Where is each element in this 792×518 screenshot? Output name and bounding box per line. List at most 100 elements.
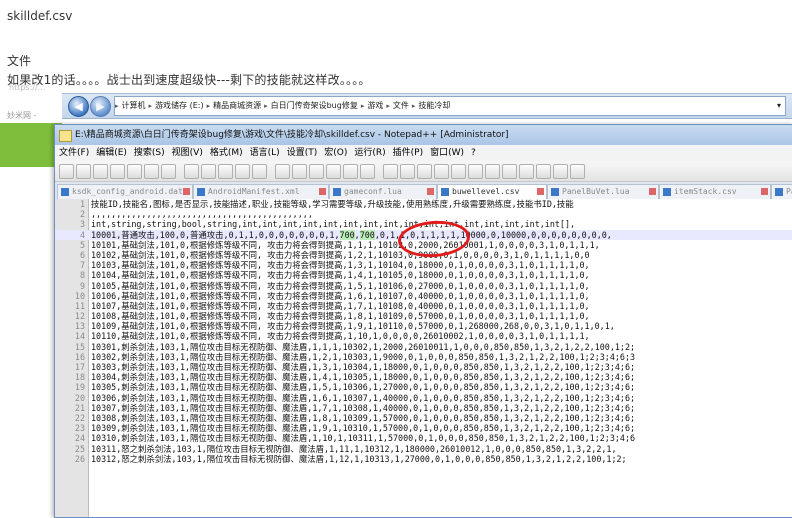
editor-line[interactable]: 22 10308,刺杀剑法,103,1,隔位攻击目标无视防御、魔法盾,1,8,1,…	[55, 413, 792, 423]
path-segment[interactable]: 游戏储存 (E:)	[155, 101, 204, 110]
editor-line[interactable]: 14 10110,基础剑法,101,0,根据修炼等级不同, 攻击力将会得到提高,1…	[55, 331, 792, 341]
file-tab[interactable]: itemStack.csv	[659, 184, 771, 199]
word-wrap-icon[interactable]	[360, 164, 375, 179]
editor-line[interactable]: 10 10106,基础剑法,101,0,根据修炼等级不同, 攻击力将会得到提高,1…	[55, 291, 792, 301]
editor-line[interactable]: 25 10311,怒之刺杀剑法,103,1,隔位攻击目标无视防御、魔法盾,1,11…	[55, 444, 792, 454]
tab-close-icon[interactable]	[649, 188, 656, 195]
editor-line[interactable]: 9 10105,基础剑法,101,0,根据修炼等级不同, 攻击力将会得到提高,1,…	[55, 281, 792, 291]
path-separator-icon[interactable]: ▸	[361, 102, 365, 110]
path-separator-icon[interactable]: ▸	[412, 102, 416, 110]
editor-line[interactable]: 17 10303,刺杀剑法,103,1,隔位攻击目标无视防御、魔法盾,1,3,1,…	[55, 362, 792, 372]
path-segment[interactable]: 白日门传奇架设bug修复	[271, 101, 358, 110]
find-icon[interactable]	[275, 164, 290, 179]
file-tab[interactable]: buwellevel.csv	[437, 184, 547, 199]
explorer-address-bar: ◀ ▶ ▸ 计算机 ▸ 游戏储存 (E:) ▸ 精品商城资源 ▸ 白日门传奇架设bug修复 ▸ 游…	[62, 93, 792, 119]
editor-line[interactable]: 16 10302,刺杀剑法,103,1,隔位攻击目标无视防御、魔法盾,1,2,1,…	[55, 352, 792, 362]
editor-line[interactable]: 7 10103,基础剑法,101,0,根据修炼等级不同, 攻击力将会得到提高,1,…	[55, 260, 792, 270]
menu-item[interactable]: 视图(V)	[172, 148, 203, 158]
back-arrow-icon[interactable]: ◀	[68, 96, 89, 117]
address-dropdown-icon[interactable]: ▾	[777, 97, 781, 115]
menu-item[interactable]: 文件(F)	[59, 148, 89, 158]
menu-item[interactable]: 编辑(E)	[96, 148, 127, 158]
redo-icon[interactable]	[252, 164, 267, 179]
editor-line[interactable]: 26 10312,怒之刺杀剑法,103,1,隔位攻击目标无视防御、魔法盾,1,12…	[55, 454, 792, 464]
line-text: 10109,基础剑法,101,0,根据修炼等级不同, 攻击力将会得到提高,1,9…	[91, 321, 615, 332]
forward-arrow-icon[interactable]: ▶	[90, 96, 111, 117]
close-all-icon[interactable]	[144, 164, 159, 179]
file-tab[interactable]: PanelZhuan	[771, 184, 792, 199]
zoom-out-icon[interactable]	[326, 164, 341, 179]
editor-line[interactable]: 20 10306,刺杀剑法,103,1,隔位攻击目标无视防御、魔法盾,1,6,1,…	[55, 393, 792, 403]
toolbar	[55, 161, 792, 182]
editor-line[interactable]: 11 10107,基础剑法,101,0,根据修炼等级不同, 攻击力将会得到提高,1…	[55, 301, 792, 311]
menu-item[interactable]: 语言(L)	[250, 148, 280, 158]
tab-close-icon[interactable]	[319, 188, 326, 195]
indent-guide-icon[interactable]	[400, 164, 415, 179]
menu-item[interactable]: 插件(P)	[393, 148, 423, 158]
tab-close-icon[interactable]	[537, 188, 544, 195]
save-macro-icon[interactable]	[570, 164, 585, 179]
menu-item[interactable]: 格式(M)	[210, 148, 243, 158]
path-segment[interactable]: 计算机	[122, 101, 146, 110]
tab-close-icon[interactable]	[761, 188, 768, 195]
cut-icon[interactable]	[184, 164, 199, 179]
path-segment[interactable]: 技能冷却	[418, 101, 450, 110]
menu-item[interactable]: 设置(T)	[287, 148, 318, 158]
path-separator-icon[interactable]: ▸	[207, 102, 211, 110]
function-list-icon[interactable]	[451, 164, 466, 179]
editor-line[interactable]: 19 10305,刺杀剑法,103,1,隔位攻击目标无视防御、魔法盾,1,5,1,…	[55, 382, 792, 392]
zoom-in-icon[interactable]	[309, 164, 324, 179]
line-number: 15	[74, 341, 85, 352]
save-icon[interactable]	[93, 164, 108, 179]
editor-line[interactable]: 21 10307,刺杀剑法,103,1,隔位攻击目标无视防御、魔法盾,1,7,1,…	[55, 403, 792, 413]
address-path[interactable]: ▸ 计算机 ▸ 游戏储存 (E:) ▸ 精品商城资源 ▸ 白日门传奇架设bug修复 ▸ 游戏 ▸ 文件…	[114, 96, 786, 116]
stop-icon[interactable]	[519, 164, 534, 179]
path-separator-icon[interactable]: ▸	[115, 102, 119, 110]
lang-icon[interactable]	[417, 164, 432, 179]
file-tab[interactable]: PanelBuVet.lua	[547, 184, 659, 199]
path-segment[interactable]: 文件	[393, 101, 409, 110]
menu-item[interactable]: 搜索(S)	[134, 148, 165, 158]
editor-line[interactable]: 18 10304,刺杀剑法,103,1,隔位攻击目标无视防御、魔法盾,1,4,1,…	[55, 372, 792, 382]
new-file-icon[interactable]	[59, 164, 74, 179]
path-segment[interactable]: 精品商城资源	[213, 101, 261, 110]
folder-icon[interactable]	[468, 164, 483, 179]
close-icon[interactable]	[127, 164, 142, 179]
path-segment[interactable]: 游戏	[367, 101, 383, 110]
editor-line[interactable]: 12 10108,基础剑法,101,0,根据修炼等级不同, 攻击力将会得到提高,1…	[55, 311, 792, 321]
record-icon[interactable]	[502, 164, 517, 179]
play-icon[interactable]	[536, 164, 551, 179]
open-file-icon[interactable]	[76, 164, 91, 179]
editor-line[interactable]: 24 10310,刺杀剑法,103,1,隔位攻击目标无视防御、魔法盾,1,10,1…	[55, 433, 792, 443]
monitor-icon[interactable]	[485, 164, 500, 179]
menu-item[interactable]: 运行(R)	[354, 148, 385, 158]
editor-line[interactable]: 2,,,,,,,,,,,,,,,,,,,,,,,,,,,,,,,,,,,,,,,…	[55, 209, 792, 219]
show-all-icon[interactable]	[383, 164, 398, 179]
editor-line[interactable]: 23 10309,刺杀剑法,103,1,隔位攻击目标无视防御、魔法盾,1,9,1,…	[55, 423, 792, 433]
save-all-icon[interactable]	[110, 164, 125, 179]
file-tab[interactable]: AndroidManifest.xml	[193, 184, 329, 199]
menu-item[interactable]: ?	[471, 148, 476, 158]
replace-icon[interactable]	[292, 164, 307, 179]
path-separator-icon[interactable]: ▸	[264, 102, 268, 110]
editor-line[interactable]: 1 技能ID,技能名,图标,是否显示,技能描述,职业,技能等级,学习需要等级,升级…	[55, 199, 792, 209]
file-tab[interactable]: gameconf.lua	[329, 184, 437, 199]
editor-line[interactable]: 8 10104,基础剑法,101,0,根据修炼等级不同, 攻击力将会得到提高,1,…	[55, 270, 792, 280]
editor-line[interactable]: 13 10109,基础剑法,101,0,根据修炼等级不同, 攻击力将会得到提高,1…	[55, 321, 792, 331]
paste-icon[interactable]	[218, 164, 233, 179]
undo-icon[interactable]	[235, 164, 250, 179]
tab-close-icon[interactable]	[183, 188, 190, 195]
line-number: 11	[74, 300, 85, 311]
doc-map-icon[interactable]	[434, 164, 449, 179]
sync-icon[interactable]	[343, 164, 358, 179]
menu-item[interactable]: 窗口(W)	[430, 148, 464, 158]
menu-item[interactable]: 宏(O)	[324, 148, 347, 158]
print-icon[interactable]	[161, 164, 176, 179]
path-separator-icon[interactable]: ▸	[149, 102, 153, 110]
editor-line[interactable]: 15 10301,刺杀剑法,103,1,隔位攻击目标无视防御、魔法盾,1,1,1,…	[55, 342, 792, 352]
path-separator-icon[interactable]: ▸	[386, 102, 390, 110]
file-tab[interactable]: ksdk_config_android.data	[57, 184, 193, 199]
tab-close-icon[interactable]	[427, 188, 434, 195]
play-multi-icon[interactable]	[553, 164, 568, 179]
copy-icon[interactable]	[201, 164, 216, 179]
